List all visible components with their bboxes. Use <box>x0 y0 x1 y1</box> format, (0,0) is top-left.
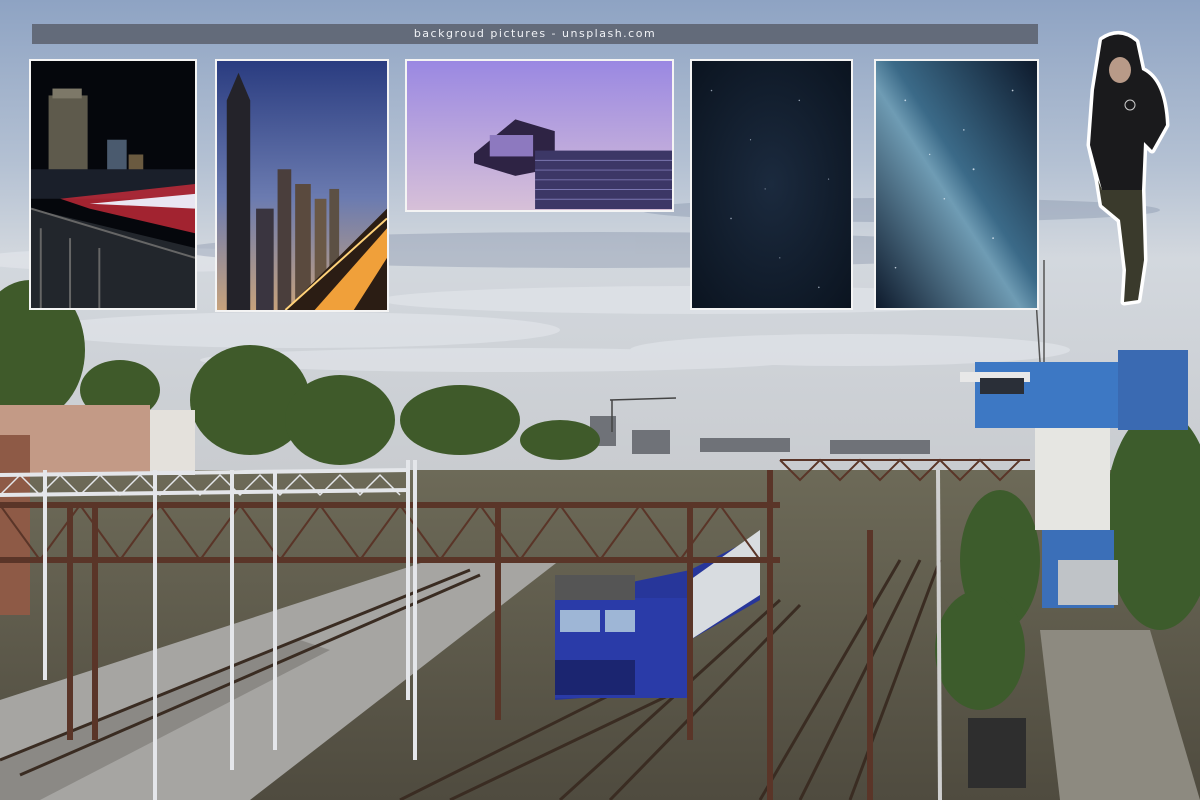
cutout-person-hoodie <box>1072 30 1170 312</box>
thumb-starry-sky-dark <box>690 59 853 310</box>
thumb-city-night-traffic <box>29 59 197 310</box>
thumb-milky-way <box>874 59 1039 310</box>
thumb-dubai-skyline-dusk <box>215 59 389 312</box>
banner-title: backgroud pictures - unsplash.com <box>32 24 1038 44</box>
thumb-modern-building-purple <box>405 59 674 212</box>
